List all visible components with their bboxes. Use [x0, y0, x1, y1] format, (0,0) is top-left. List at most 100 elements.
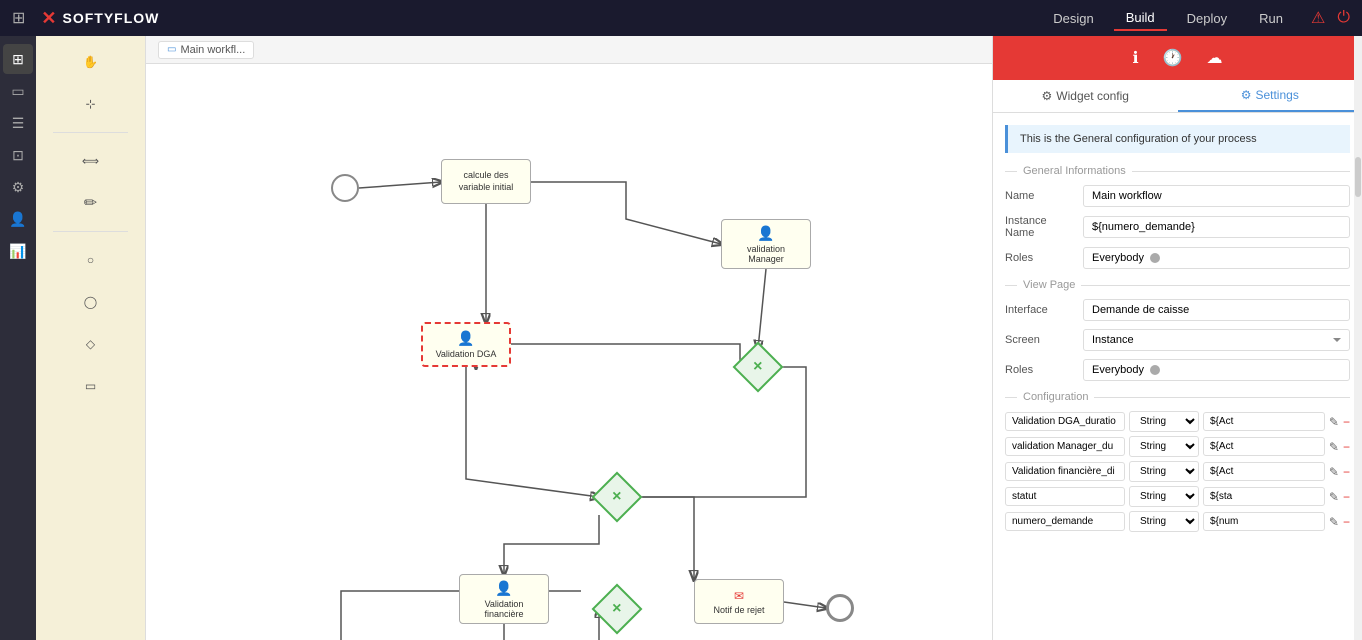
config-delete-1[interactable]: − [1343, 415, 1350, 429]
sidebar-home-icon[interactable]: ⊞ [3, 44, 33, 74]
config-edit-3[interactable]: ✎ [1329, 465, 1339, 479]
config-type-1[interactable]: String [1129, 411, 1199, 432]
config-edit-2[interactable]: ✎ [1329, 440, 1339, 454]
task-validation-manager[interactable]: 👤 validationManager [721, 219, 811, 269]
canvas-area: ▭ Main workfl... [146, 36, 992, 640]
left-sidebar: ⊞ ▭ ☰ ⊡ ⚙ 👤 📊 [0, 36, 36, 640]
power-icon[interactable]: ⏻ [1337, 9, 1350, 27]
config-type-2[interactable]: String [1129, 436, 1199, 457]
select-tool[interactable]: ⊹ [73, 86, 109, 122]
section-general-label: General Informations [1023, 165, 1126, 177]
toolbar-panel: ✋ ⊹ ⟺ ✏ ○ ◯ ◇ ▭ [36, 36, 146, 640]
form-row-instance: InstanceName [1005, 215, 1350, 239]
config-type-5[interactable]: String [1129, 511, 1199, 532]
mail-task-icon: ✉ [734, 589, 744, 603]
roles-view-field[interactable]: Everybody [1083, 359, 1350, 381]
app-logo: ✕ SOFTYFLOW [41, 8, 159, 29]
app-name: SOFTYFLOW [63, 10, 160, 26]
instance-input[interactable] [1083, 216, 1350, 238]
name-label: Name [1005, 190, 1075, 202]
roles-dot [1150, 253, 1160, 263]
top-navigation: ⊞ ✕ SOFTYFLOW Design Build Deploy Run ⚠ … [0, 0, 1362, 36]
config-delete-5[interactable]: − [1343, 515, 1350, 529]
gateway-2-label: × [612, 488, 621, 506]
diamond-tool[interactable]: ◇ [73, 326, 109, 362]
sidebar-file-icon[interactable]: ▭ [3, 76, 33, 106]
task-calcule[interactable]: calcule desvariable initial [441, 159, 531, 204]
rect-tool[interactable]: ▭ [73, 368, 109, 404]
config-name-5: numero_demande [1005, 512, 1125, 531]
name-input[interactable] [1083, 185, 1350, 207]
right-panel: ℹ 🕐 ☁ ⚙ Widget config ⚙ Settings This is… [992, 36, 1362, 640]
gateway-2[interactable]: × [592, 472, 643, 523]
form-row-name: Name [1005, 185, 1350, 207]
config-type-3[interactable]: String [1129, 461, 1199, 482]
task-notif-rejet-label: Notif de rejet [713, 605, 764, 615]
sidebar-inbox-icon[interactable]: ⊡ [3, 140, 33, 170]
gateway-3[interactable]: × [592, 584, 643, 635]
sidebar-grid-icon[interactable]: ☰ [3, 108, 33, 138]
task-validation-dga[interactable]: 👤 Validation DGA [421, 322, 511, 367]
interface-input[interactable] [1083, 299, 1350, 321]
form-row-roles-view: Roles Everybody [1005, 359, 1350, 381]
roles-view-label: Roles [1005, 364, 1075, 376]
config-delete-2[interactable]: − [1343, 440, 1350, 454]
nav-build[interactable]: Build [1114, 6, 1167, 31]
nav-run[interactable]: Run [1247, 7, 1295, 30]
pen-tool[interactable]: ✏ [73, 185, 109, 221]
grid-menu-icon[interactable]: ⊞ [12, 8, 25, 28]
config-delete-3[interactable]: − [1343, 465, 1350, 479]
config-delete-4[interactable]: − [1343, 490, 1350, 504]
clock-icon[interactable]: 🕐 [1163, 48, 1183, 68]
section-config-label: Configuration [1023, 391, 1088, 403]
panel-header: ℹ 🕐 ☁ [993, 36, 1362, 80]
task-validation-dga-label: Validation DGA [436, 349, 497, 359]
config-name-1: Validation DGA_duratio [1005, 412, 1125, 431]
panel-scrollbar[interactable] [1354, 36, 1362, 640]
nav-deploy[interactable]: Deploy [1175, 7, 1239, 30]
tab-settings[interactable]: ⚙ Settings [1178, 80, 1362, 112]
ellipse-tool[interactable]: ◯ [73, 284, 109, 320]
gateway-1[interactable]: × [733, 342, 784, 393]
settings-tab-icon: ⚙ [1241, 88, 1252, 102]
circle-tool[interactable]: ○ [73, 242, 109, 278]
section-view-label: View Page [1023, 279, 1075, 291]
config-row-2: validation Manager_du String ${Act ✎ − [1005, 436, 1350, 457]
cloud-upload-icon[interactable]: ☁ [1207, 48, 1223, 68]
start-event[interactable] [331, 174, 359, 202]
sidebar-user-icon[interactable]: 👤 [3, 204, 33, 234]
roles-view-dot [1150, 365, 1160, 375]
config-value-2: ${Act [1203, 437, 1325, 456]
task-notif-rejet[interactable]: ✉ Notif de rejet [694, 579, 784, 624]
roles-field[interactable]: Everybody [1083, 247, 1350, 269]
alert-icon[interactable]: ⚠ [1311, 8, 1325, 28]
form-row-interface: Interface [1005, 299, 1350, 321]
gateway-3-label: × [612, 600, 621, 618]
task-calcule-label: calcule desvariable initial [459, 170, 514, 193]
config-row-5: numero_demande String ${num ✎ − [1005, 511, 1350, 532]
config-row-4: statut String ${sta ✎ − [1005, 486, 1350, 507]
hand-tool[interactable]: ✋ [73, 44, 109, 80]
nav-design[interactable]: Design [1041, 7, 1105, 30]
panel-content: This is the General configuration of you… [993, 113, 1362, 640]
sidebar-chart-icon[interactable]: 📊 [3, 236, 33, 266]
panel-scrollbar-thumb [1355, 157, 1361, 197]
tab-widget-config[interactable]: ⚙ Widget config [993, 80, 1178, 112]
task-validation-financiere[interactable]: 👤 Validationfinancière [459, 574, 549, 624]
config-value-3: ${Act [1203, 462, 1325, 481]
config-edit-4[interactable]: ✎ [1329, 490, 1339, 504]
end-event-1[interactable] [826, 594, 854, 622]
main-workflow-tab[interactable]: ▭ Main workfl... [158, 41, 254, 59]
config-value-4: ${sta [1203, 487, 1325, 506]
section-configuration: Configuration [1005, 391, 1350, 403]
sidebar-settings-icon[interactable]: ⚙ [3, 172, 33, 202]
config-edit-5[interactable]: ✎ [1329, 515, 1339, 529]
info-circle-icon[interactable]: ℹ [1133, 48, 1139, 68]
bpmn-canvas[interactable]: calcule desvariable initial 👤 validation… [146, 64, 992, 640]
config-type-4[interactable]: String [1129, 486, 1199, 507]
connect-tool[interactable]: ⟺ [73, 143, 109, 179]
user-task-dga-icon: 👤 [457, 330, 474, 347]
config-edit-1[interactable]: ✎ [1329, 415, 1339, 429]
screen-select[interactable]: Instance [1083, 329, 1350, 351]
tool-divider-1 [53, 132, 127, 133]
